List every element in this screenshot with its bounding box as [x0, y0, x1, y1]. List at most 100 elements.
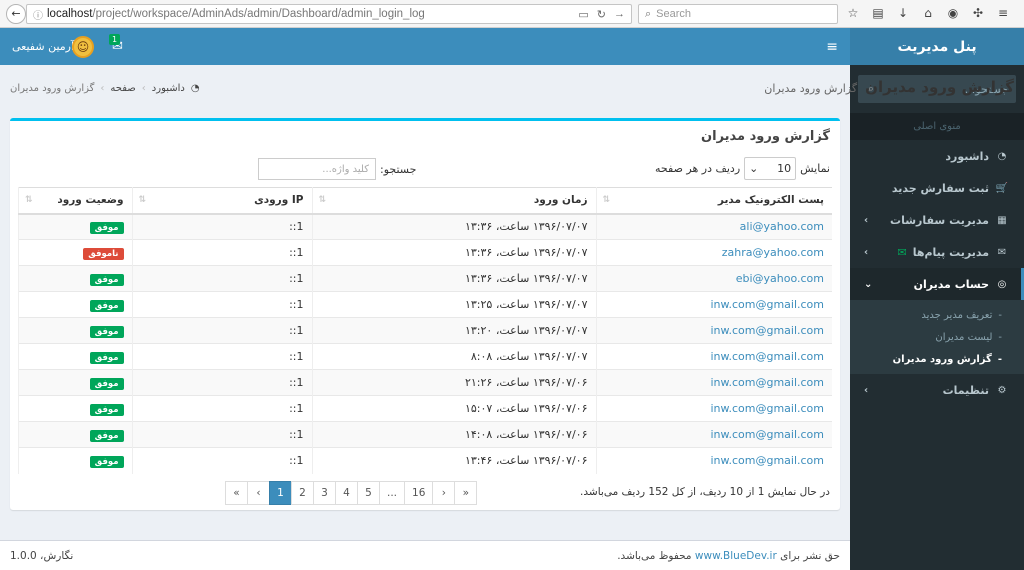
cell-email[interactable]: inw.com@gmail.com	[595, 369, 832, 396]
show-label: نمایش	[800, 162, 830, 175]
column-header-email[interactable]: پست الکترونیک مدیر ⇅	[595, 187, 832, 215]
table-row: inw.com@gmail.com ۱۳۹۶/۰۷/۰۷ ساعت، ۱۳:۲۵:…	[18, 291, 832, 318]
cell-time: ۱۳۹۶/۰۷/۰۷ ساعت، ۸:۰۸	[311, 343, 596, 370]
pocket-icon[interactable]: ◉	[946, 6, 960, 20]
browser-search-placeholder: Search	[656, 8, 692, 20]
cell-email[interactable]: inw.com@gmail.com	[595, 395, 832, 422]
cell-ip: ::1	[131, 343, 312, 370]
cell-time: ۱۳۹۶/۰۷/۰۶ ساعت، ۱۵:۰۷	[311, 395, 596, 422]
breadcrumb-page[interactable]: صفحه	[110, 83, 135, 94]
column-header-status[interactable]: وضعیت ورود ⇅	[18, 187, 132, 215]
sidebar-item-settings[interactable]: ⚙ تنظیمات ›	[850, 374, 1024, 406]
submenu-item-new-admin[interactable]: - تعریف مدیر جدید	[850, 304, 1024, 326]
cell-email[interactable]: inw.com@gmail.com	[595, 421, 832, 448]
column-header-time[interactable]: زمان ورود ⇅	[311, 187, 596, 215]
sidebar-item-new-order[interactable]: 🛒 ثبت سفارش جدید	[850, 172, 1024, 204]
cell-time: ۱۳۹۶/۰۷/۰۷ ساعت، ۱۳:۲۵	[311, 291, 596, 318]
cell-email[interactable]: inw.com@gmail.com	[595, 447, 832, 474]
status-badge: موفق	[89, 325, 124, 338]
cell-time: ۱۳۹۶/۰۷/۰۷ ساعت، ۱۳:۳۶	[311, 265, 596, 292]
submenu-item-login-log[interactable]: - گزارش ورود مدیران	[850, 348, 1024, 370]
reader-view-icon[interactable]: ▭	[578, 8, 588, 21]
cart-icon: 🛒	[995, 182, 1009, 194]
box-title: گزارش ورود مدیران	[701, 129, 830, 144]
sidebar-item-admin-accounts[interactable]: ◎ حساب مدیران ⌄	[850, 268, 1024, 300]
status-badge: موفق	[89, 273, 124, 286]
cell-time: ۱۳۹۶/۰۷/۰۶ ساعت، ۱۴:۰۸	[311, 421, 596, 448]
submenu-item-admin-list[interactable]: - لیست مدیران	[850, 326, 1024, 348]
bookmark-star-icon[interactable]: ☆	[846, 6, 860, 20]
cell-email[interactable]: ali@yahoo.com	[595, 213, 832, 240]
pagination-item[interactable]: 5	[357, 481, 380, 505]
sidebar-logo[interactable]: پنل مدیریت	[850, 28, 1024, 65]
avatar[interactable]: ☺	[72, 36, 94, 58]
cell-status: موفق	[18, 265, 132, 292]
pagination-item[interactable]: «	[225, 481, 248, 505]
cell-email[interactable]: inw.com@gmail.com	[595, 317, 832, 344]
table-row: inw.com@gmail.com ۱۳۹۶/۰۷/۰۶ ساعت، ۲۱:۲۶:…	[18, 369, 832, 396]
chevron-left-icon: ›	[864, 246, 869, 258]
sidebar-item-messages[interactable]: ✉ مدیریت پیام‌ها ✉ ›	[850, 236, 1024, 268]
page-title: گزارش ورود مدیران گزارش ورود مدیران	[764, 78, 1014, 96]
status-badge: موفق	[89, 351, 124, 364]
breadcrumb-current: گزارش ورود مدیران	[10, 83, 95, 94]
copyright-link[interactable]: www.BlueDev.ir	[695, 550, 777, 562]
pagination-item[interactable]: 3	[313, 481, 336, 505]
column-header-ip[interactable]: IP ورودی ⇅	[131, 187, 312, 215]
sort-icon: ⇅	[602, 195, 611, 205]
submenu-admin-accounts: - تعریف مدیر جدید - لیست مدیران - گزارش ورو…	[850, 300, 1024, 374]
bookmarks-list-icon[interactable]: ▤	[871, 6, 885, 20]
cell-time: ۱۳۹۶/۰۷/۰۶ ساعت، ۱۳:۴۶	[311, 447, 596, 474]
hamburger-icon[interactable]: ≡	[826, 39, 838, 55]
pagination-item[interactable]: »	[454, 481, 478, 505]
sidebar-item-orders[interactable]: ▦ مدیریت سفارشات ›	[850, 204, 1024, 236]
cell-time: ۱۳۹۶/۰۷/۰۷ ساعت، ۱۳:۳۶	[311, 239, 596, 266]
pagination-info: در حال نمایش 1 از 10 ردیف، از کل 152 ردی…	[580, 486, 830, 498]
breadcrumb-dashboard[interactable]: داشبورد	[152, 83, 185, 94]
pagination-item[interactable]: ›	[432, 481, 456, 505]
user-circle-icon: ◎	[997, 278, 1007, 290]
mail-count-badge: 1	[109, 34, 121, 45]
forward-icon[interactable]: →	[614, 8, 625, 21]
table-row: inw.com@gmail.com ۱۳۹۶/۰۷/۰۷ ساعت، ۸:۰۸::…	[18, 343, 832, 370]
cell-status: موفق	[18, 317, 132, 344]
cell-email[interactable]: inw.com@gmail.com	[595, 343, 832, 370]
reload-icon[interactable]: ↻	[597, 8, 606, 21]
sort-icon: ⇅	[138, 195, 147, 205]
user-name[interactable]: آرمین شفیعی	[12, 40, 74, 53]
extension-icon[interactable]: ✣	[971, 6, 985, 20]
table-row: inw.com@gmail.com ۱۳۹۶/۰۷/۰۶ ساعت، ۱۳:۴۶:…	[18, 447, 832, 474]
table-row: inw.com@gmail.com ۱۳۹۶/۰۷/۰۶ ساعت، ۱۵:۰۷:…	[18, 395, 832, 422]
cell-time: ۱۳۹۶/۰۷/۰۷ ساعت، ۱۳:۲۰	[311, 317, 596, 344]
home-icon[interactable]: ⌂	[921, 6, 935, 20]
back-button[interactable]: ←	[6, 3, 26, 24]
pagination-item: ...	[379, 481, 406, 505]
cell-email[interactable]: zahra@yahoo.com	[595, 239, 832, 266]
sort-icon: ⇅	[25, 195, 33, 205]
pagination-item[interactable]: 16	[404, 481, 434, 505]
pagination-item[interactable]: 1	[269, 481, 292, 505]
menu-icon[interactable]: ≡	[996, 6, 1010, 20]
table-row: zahra@yahoo.com ۱۳۹۶/۰۷/۰۷ ساعت، ۱۳:۳۶::1…	[18, 239, 832, 266]
cell-email[interactable]: inw.com@gmail.com	[595, 291, 832, 318]
sidebar: پنل مدیریت جستجو... ⌕ منوی اصلی ◔ داشبور…	[850, 28, 1024, 570]
status-badge: موفق	[89, 429, 124, 442]
url-bar[interactable]: ⓘ localhost/project/workspace/AdminAds/a…	[26, 4, 632, 24]
chevron-down-icon: ⌄	[749, 162, 759, 175]
cell-email[interactable]: ebi@yahoo.com	[595, 265, 832, 292]
filter-input[interactable]: کلید واژه...	[258, 158, 376, 180]
cell-ip: ::1	[131, 421, 312, 448]
download-icon[interactable]: ↓	[896, 6, 910, 20]
browser-search-box[interactable]: ⌕ Search	[638, 4, 838, 24]
sidebar-item-dashboard[interactable]: ◔ داشبورد	[850, 140, 1024, 172]
pagination-item[interactable]: 4	[335, 481, 358, 505]
footer: حق نشر برای www.BlueDev.ir محفوظ می‌باشد…	[0, 540, 850, 570]
page-length-select[interactable]: ⌄ 10	[744, 157, 797, 180]
pagination-item[interactable]: 2	[291, 481, 314, 505]
cell-status: موفق	[18, 421, 132, 448]
status-badge: موفق	[89, 299, 124, 312]
rows-label: ردیف در هر صفحه	[655, 162, 741, 175]
pagination-item[interactable]: ‹	[247, 481, 270, 505]
cell-status: موفق	[18, 343, 132, 370]
cell-ip: ::1	[131, 447, 312, 474]
